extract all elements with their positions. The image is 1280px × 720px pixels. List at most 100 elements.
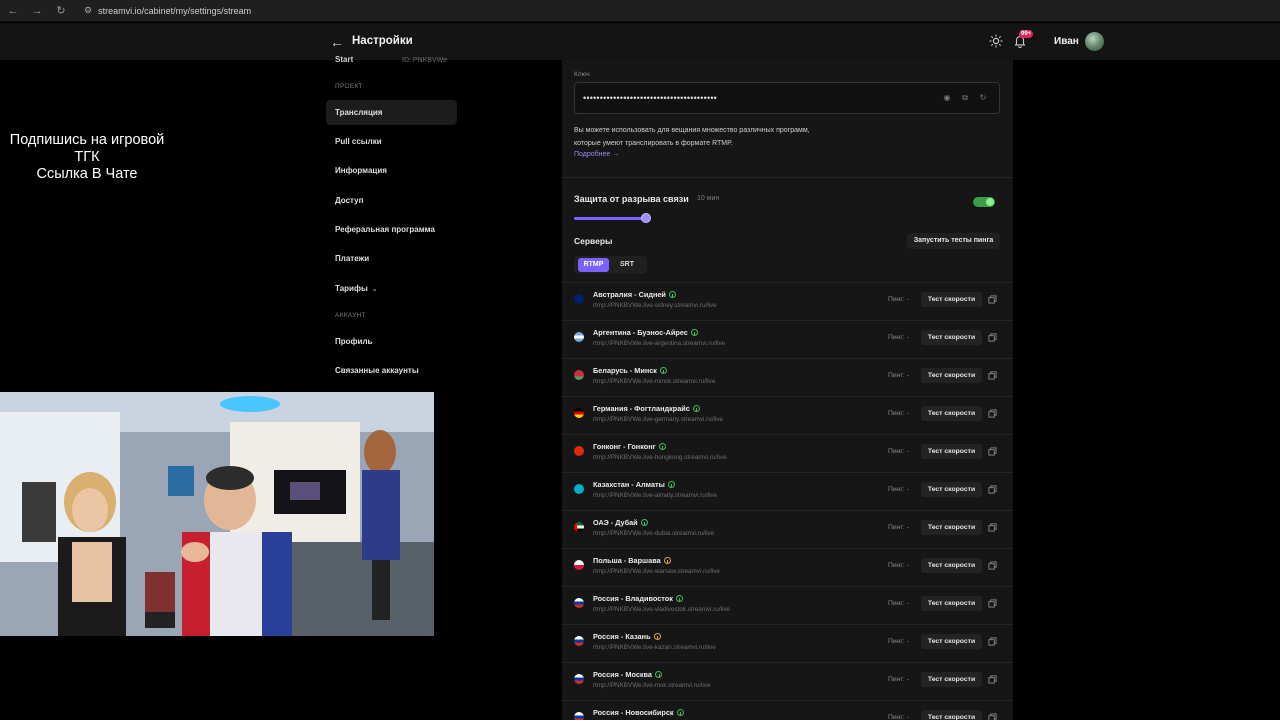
server-row: Россия - Москва rtmp://PNKBVWe.live-msk.s… (562, 662, 1013, 700)
sidebar-item-label: Информация (335, 166, 387, 175)
server-name: Россия - Москва (593, 670, 662, 679)
sidebar-item-label: Связанные аккаунты (335, 366, 419, 375)
regenerate-key-icon[interactable]: ↻ (978, 93, 988, 103)
speed-test-button[interactable]: Тест скорости (921, 634, 982, 649)
copy-url-icon[interactable] (988, 675, 997, 684)
speed-test-button[interactable]: Тест скорости (921, 482, 982, 497)
speed-test-button[interactable]: Тест скорости (921, 292, 982, 307)
webcam-video (0, 392, 434, 636)
protection-slider-thumb[interactable] (641, 213, 651, 223)
copy-url-icon[interactable] (988, 599, 997, 608)
theme-sun-icon[interactable] (989, 34, 1003, 48)
sidebar-item-tariffs[interactable]: Тарифы ⌄ (326, 276, 457, 301)
speed-test-button[interactable]: Тест скорости (921, 406, 982, 421)
show-key-eye-icon[interactable]: ◉ (942, 93, 952, 103)
copy-url-icon[interactable] (988, 485, 997, 494)
status-info-icon[interactable] (690, 329, 698, 336)
server-url: rtmp://PNKBVWe.live-vladivostok.streamvi… (593, 606, 731, 613)
sidebar-item-start[interactable]: Start (335, 55, 353, 66)
sidebar-section-project: ПРОЕКТ (335, 83, 363, 90)
copy-url-icon[interactable] (988, 523, 997, 532)
speed-test-button[interactable]: Тест скорости (921, 330, 982, 345)
sidebar-item-pull-links[interactable]: Pull ссылки (326, 129, 457, 154)
status-info-icon[interactable] (655, 671, 662, 678)
sidebar-item-profile[interactable]: Профиль (326, 329, 457, 354)
copy-url-icon[interactable] (988, 371, 997, 380)
protection-slider-track[interactable] (574, 217, 646, 220)
server-name-text: Беларусь - Минск (593, 366, 657, 375)
server-name-text: Германия - Фогтландкрайс (593, 404, 690, 413)
status-info-icon[interactable] (668, 291, 676, 298)
notification-count-badge: 99+ (1019, 30, 1034, 38)
copy-url-icon[interactable] (988, 561, 997, 570)
server-row: Россия - Казань rtmp://PNKBVWe.live-kazan… (562, 624, 1013, 662)
rtmp-info-text: Вы можете использовать для вещания множе… (574, 124, 874, 150)
status-info-icon[interactable] (667, 481, 675, 488)
sidebar-item-access[interactable]: Доступ (326, 188, 457, 213)
server-name-text: Казахстан - Алматы (593, 480, 665, 489)
user-name[interactable]: Иван (1054, 36, 1079, 47)
copy-url-icon[interactable] (988, 713, 997, 720)
back-arrow-icon[interactable]: ← (330, 34, 344, 50)
flag-ru-icon (574, 598, 584, 608)
copy-url-icon[interactable] (988, 333, 997, 342)
stream-key-value: •••••••••••••••••••••••••••••••••••••••• (583, 93, 718, 103)
status-info-icon[interactable] (658, 443, 666, 450)
server-row: Аргентина - Буэнос-Айрес rtmp://PNKBVWe.l… (562, 320, 1013, 358)
server-url: rtmp://PNKBVWe.live-hongkong.streamvi.ru… (593, 454, 727, 461)
server-url: rtmp://PNKBVWe.live-kazan.streamvi.ru/li… (593, 644, 716, 651)
speed-test-button[interactable]: Тест скорости (921, 710, 982, 720)
speed-test-button[interactable]: Тест скорости (921, 368, 982, 383)
sidebar-item-linked-accounts[interactable]: Связанные аккаунты (326, 358, 457, 383)
status-info-icon[interactable] (653, 633, 661, 640)
server-row: Германия - Фогтландкрайс rtmp://PNKBVWe.l… (562, 396, 1013, 434)
sidebar-item-info[interactable]: Информация (326, 158, 457, 183)
run-ping-tests-button[interactable]: Запустить тесты пинга (907, 233, 1000, 249)
protocol-tabs: RTMP SRT (574, 256, 647, 274)
status-info-icon[interactable] (659, 367, 667, 374)
flag-ru-icon (574, 674, 584, 684)
site-settings-icon[interactable]: ⚙ (84, 5, 92, 16)
server-name: Аргентина - Буэнос-Айрес (593, 328, 698, 337)
sidebar-item-label: Платежи (335, 254, 370, 263)
speed-test-button[interactable]: Тест скорости (921, 596, 982, 611)
disconnect-protection-toggle[interactable] (973, 197, 995, 207)
flag-de-icon (574, 408, 584, 418)
browser-back-icon[interactable]: ← (6, 4, 20, 18)
server-name: Россия - Владивосток (593, 594, 683, 603)
speed-test-button[interactable]: Тест скорости (921, 520, 982, 535)
server-url: rtmp://PNKBVWe.live-germany.streamvi.ru/… (593, 416, 723, 423)
copy-url-icon[interactable] (988, 409, 997, 418)
speed-test-button[interactable]: Тест скорости (921, 558, 982, 573)
status-info-icon[interactable] (663, 557, 671, 564)
speed-test-button[interactable]: Тест скорости (921, 672, 982, 687)
stream-key-field[interactable]: ••••••••••••••••••••••••••••••••••••••••… (574, 82, 1000, 114)
status-info-icon[interactable] (640, 519, 648, 526)
copy-url-icon[interactable] (988, 447, 997, 456)
address-text[interactable]: streamvi.io/cabinet/my/settings/stream (98, 6, 251, 16)
more-info-link[interactable]: Подробнее → (574, 151, 619, 158)
server-ping: Пинг: - (888, 562, 909, 569)
sidebar-item-stream[interactable]: Трансляция (326, 100, 457, 125)
server-ping: Пинг: - (888, 410, 909, 417)
browser-reload-icon[interactable]: ↻ (54, 4, 68, 18)
server-name-text: Гонконг - Гонконг (593, 442, 656, 451)
user-avatar[interactable] (1085, 32, 1104, 51)
sidebar-item-payments[interactable]: Платежи (326, 246, 457, 271)
tab-srt[interactable]: SRT (612, 258, 642, 272)
status-info-icon[interactable] (692, 405, 700, 412)
server-name: ОАЭ - Дубай (593, 518, 648, 527)
copy-url-icon[interactable] (988, 295, 997, 304)
copy-key-icon[interactable]: ⧉ (960, 93, 970, 103)
chevron-down-icon: ⌄ (371, 285, 378, 293)
sidebar-item-referral[interactable]: Реферальная программа (326, 217, 457, 242)
info-line: Вы можете использовать для вещания множе… (574, 127, 810, 134)
status-info-icon[interactable] (675, 595, 683, 602)
browser-forward-icon[interactable]: → (30, 4, 44, 18)
tab-rtmp[interactable]: RTMP (578, 258, 609, 272)
copy-url-icon[interactable] (988, 637, 997, 646)
address-bar[interactable]: ⚙ streamvi.io/cabinet/my/settings/stream (78, 3, 257, 19)
server-row: Австралия - Сидней rtmp://PNKBVWe.live-si… (562, 282, 1013, 320)
speed-test-button[interactable]: Тест скорости (921, 444, 982, 459)
status-info-icon[interactable] (676, 709, 684, 716)
